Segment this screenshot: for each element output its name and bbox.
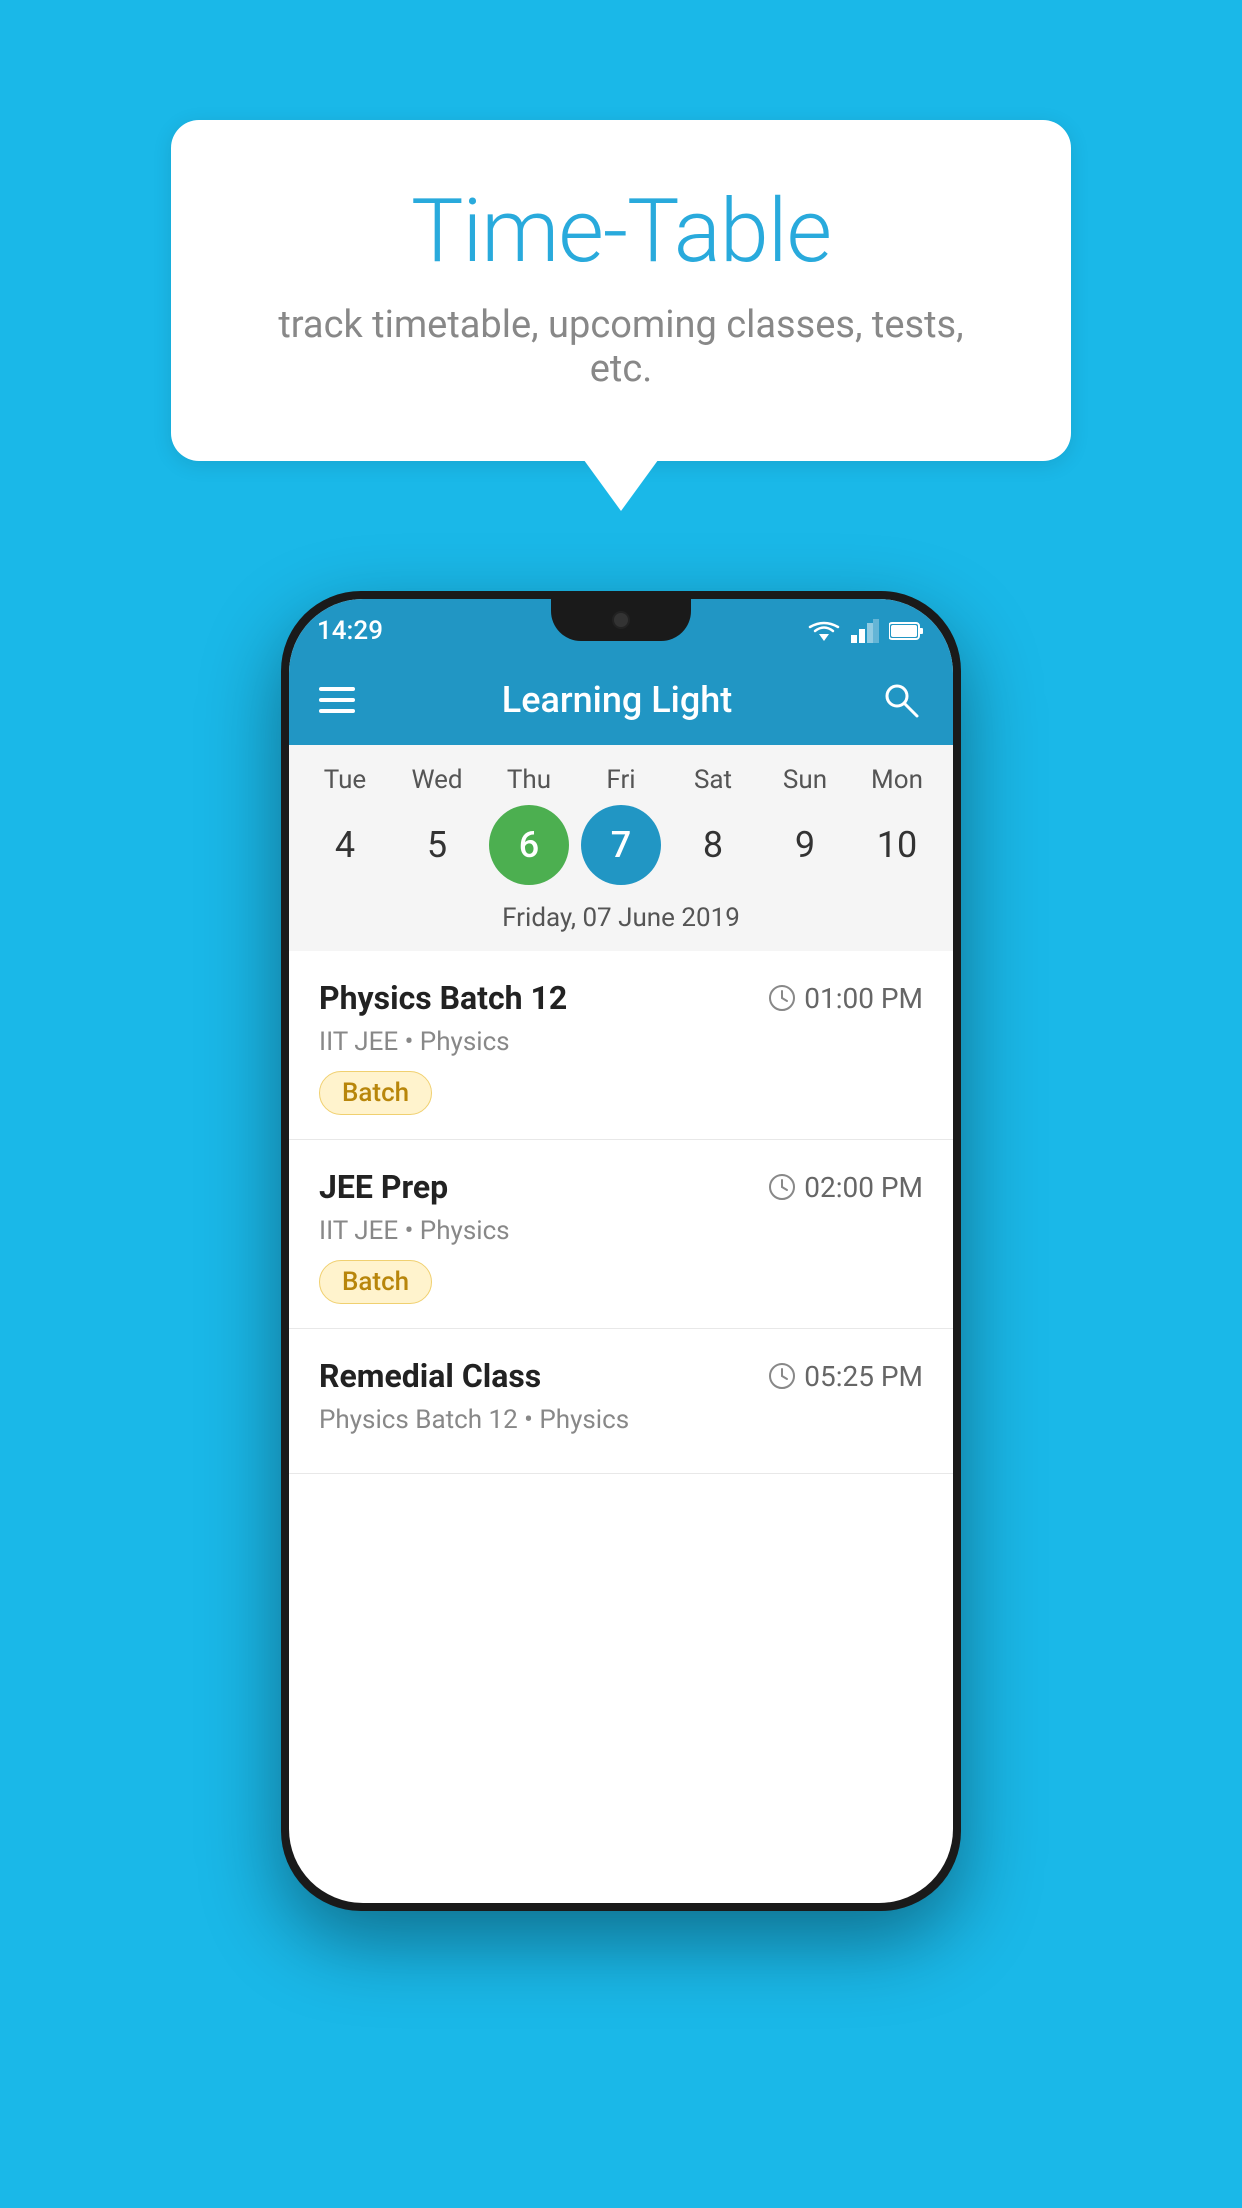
day-headers: Tue Wed Thu Fri Sat Sun Mon [289,765,953,795]
schedule-time-text-2: 02:00 PM [804,1171,923,1204]
day-header-sat: Sat [673,765,753,795]
day-5[interactable]: 5 [397,805,477,885]
menu-button[interactable] [319,687,355,713]
menu-line-1 [319,687,355,691]
schedule-header-3: Remedial Class 05:25 PM [319,1357,923,1395]
schedule-time-3: 05:25 PM [768,1360,923,1393]
hero-section: Time-Table track timetable, upcoming cla… [0,0,1242,461]
day-4[interactable]: 4 [305,805,385,885]
schedule-item-3[interactable]: Remedial Class 05:25 PM Physics Batch 12… [289,1329,953,1474]
clock-icon-2 [768,1173,796,1201]
phone-notch [551,599,691,641]
clock-icon-1 [768,984,796,1012]
wifi-icon [807,619,841,643]
schedule-header-2: JEE Prep 02:00 PM [319,1168,923,1206]
hero-subtitle: track timetable, upcoming classes, tests… [251,303,991,391]
schedule-time-2: 02:00 PM [768,1171,923,1204]
app-bar: Learning Light [289,655,953,745]
schedule-item-1[interactable]: Physics Batch 12 01:00 PM IIT JEE • Phys… [289,951,953,1140]
day-10[interactable]: 10 [857,805,937,885]
hero-card: Time-Table track timetable, upcoming cla… [171,120,1071,461]
signal-icon [851,619,879,643]
schedule-subtitle-2: IIT JEE • Physics [319,1216,923,1246]
battery-icon [889,621,925,641]
day-header-mon: Mon [857,765,937,795]
menu-line-3 [319,709,355,713]
day-header-tue: Tue [305,765,385,795]
batch-tag-2: Batch [319,1260,432,1304]
day-numbers: 4 5 6 7 8 9 10 [289,805,953,885]
day-header-thu: Thu [489,765,569,795]
search-icon[interactable] [879,678,923,722]
schedule-title-3: Remedial Class [319,1357,541,1395]
day-7-selected[interactable]: 7 [581,805,661,885]
schedule-time-1: 01:00 PM [768,982,923,1015]
schedule-header-1: Physics Batch 12 01:00 PM [319,979,923,1017]
day-header-wed: Wed [397,765,477,795]
day-header-sun: Sun [765,765,845,795]
phone-screen: 14:29 [289,599,953,1903]
schedule-item-2[interactable]: JEE Prep 02:00 PM IIT JEE • Physics Batc… [289,1140,953,1329]
calendar-strip: Tue Wed Thu Fri Sat Sun Mon 4 5 6 7 8 9 … [289,745,953,951]
selected-date-label: Friday, 07 June 2019 [289,895,953,951]
status-icons [807,619,925,643]
front-camera [612,611,630,629]
schedule-title-1: Physics Batch 12 [319,979,567,1017]
phone-wrapper: 14:29 [0,591,1242,1911]
day-6-today[interactable]: 6 [489,805,569,885]
schedule-subtitle-3: Physics Batch 12 • Physics [319,1405,923,1435]
clock-icon-3 [768,1362,796,1390]
schedule-time-text-3: 05:25 PM [804,1360,923,1393]
schedule-subtitle-1: IIT JEE • Physics [319,1027,923,1057]
phone-device: 14:29 [281,591,961,1911]
schedule-list: Physics Batch 12 01:00 PM IIT JEE • Phys… [289,951,953,1474]
day-9[interactable]: 9 [765,805,845,885]
batch-tag-1: Batch [319,1071,432,1115]
hero-title: Time-Table [251,180,991,283]
schedule-time-text-1: 01:00 PM [804,982,923,1015]
status-time: 14:29 [317,616,383,646]
schedule-title-2: JEE Prep [319,1168,448,1206]
day-header-fri: Fri [581,765,661,795]
day-8[interactable]: 8 [673,805,753,885]
menu-line-2 [319,698,355,702]
app-title: Learning Light [502,679,732,721]
